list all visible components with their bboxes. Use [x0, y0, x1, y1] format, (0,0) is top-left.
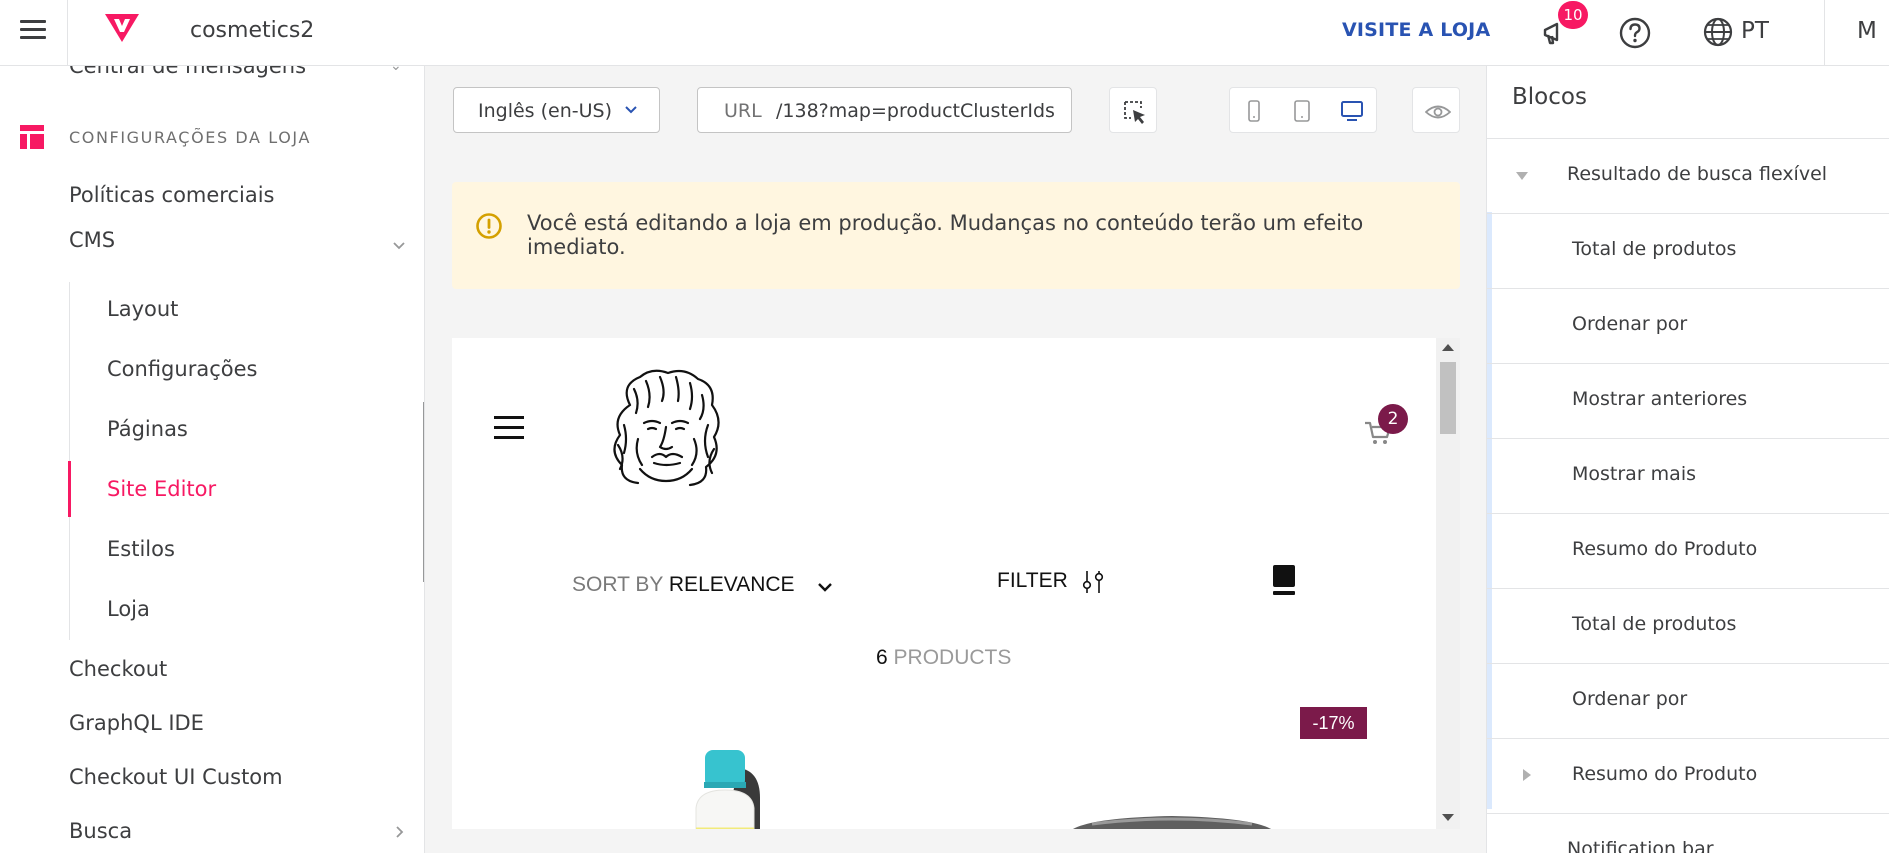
- caret-right-icon[interactable]: [1523, 769, 1531, 781]
- discount-badge: -17%: [1300, 707, 1367, 739]
- url-field[interactable]: URL /138?map=productClusterIds: [697, 87, 1072, 133]
- locale-select[interactable]: Inglês (en-US): [453, 87, 660, 133]
- preview-scrollbar[interactable]: [1436, 338, 1460, 829]
- language-selector[interactable]: PT: [1741, 18, 1769, 44]
- mobile-icon[interactable]: [1242, 99, 1266, 123]
- sidebar-item-pages[interactable]: Páginas: [107, 417, 188, 441]
- block-item-product-summary[interactable]: Resumo do Produto: [1487, 514, 1889, 589]
- filter-sliders-icon[interactable]: [1080, 569, 1106, 595]
- top-bar: cosmetics2 VISITE A LOJA 10 PT M: [0, 0, 1889, 66]
- desktop-icon[interactable]: [1340, 99, 1364, 123]
- main-menu-button[interactable]: [20, 20, 46, 42]
- chevron-down-icon: ⌄: [390, 66, 402, 74]
- sidebar-item-site-editor[interactable]: Site Editor: [107, 477, 216, 501]
- preview-button[interactable]: [1412, 87, 1460, 133]
- section-store-settings: CONFIGURAÇÕES DA LOJA: [69, 128, 312, 147]
- globe-icon[interactable]: [1702, 16, 1734, 48]
- store-menu-icon[interactable]: [494, 416, 524, 440]
- blocks-panel: Blocos Resultado de busca flexível Total…: [1486, 66, 1889, 853]
- filter-button[interactable]: FILTER: [997, 569, 1068, 593]
- blocks-title: Blocos: [1512, 84, 1587, 110]
- block-item-total-products[interactable]: Total de produtos: [1487, 589, 1889, 664]
- help-icon[interactable]: [1618, 16, 1652, 50]
- scroll-thumb[interactable]: [1440, 362, 1456, 434]
- block-label: Mostrar mais: [1572, 463, 1697, 485]
- product-image[interactable]: [668, 738, 778, 829]
- products-count-label: PRODUCTS: [887, 646, 1012, 669]
- warning-text: Você está editando a loja em produção. M…: [527, 211, 1364, 259]
- block-item-total-products[interactable]: Total de produtos: [1487, 214, 1889, 289]
- block-label: Resumo do Produto: [1572, 538, 1758, 560]
- sidebar-item-styles[interactable]: Estilos: [107, 537, 175, 561]
- chevron-down-icon: [625, 106, 637, 114]
- url-input[interactable]: /138?map=productClusterIds: [776, 100, 1055, 122]
- device-switcher: [1229, 87, 1377, 133]
- production-warning: Você está editando a loja em produção. M…: [452, 182, 1460, 289]
- block-item-order-by[interactable]: Ordenar por: [1487, 289, 1889, 364]
- divider: [1824, 0, 1825, 66]
- block-item-show-previous[interactable]: Mostrar anteriores: [1487, 364, 1889, 439]
- sidebar-item-graphql-ide[interactable]: GraphQL IDE: [69, 711, 204, 735]
- sidebar-item-checkout[interactable]: Checkout: [69, 657, 167, 681]
- sidebar-scrollbar[interactable]: [423, 402, 424, 582]
- store-settings-icon: [20, 125, 44, 149]
- block-label: Notification bar: [1567, 838, 1714, 853]
- scroll-down-arrow[interactable]: [1442, 814, 1454, 821]
- locale-value: Inglês (en-US): [478, 100, 612, 122]
- sidebar-item-layout[interactable]: Layout: [107, 297, 178, 321]
- block-item-product-summary[interactable]: Resumo do Produto: [1487, 739, 1889, 814]
- store-preview[interactable]: 2 SORT BY RELEVANCE FILTER 6 PRODUCTS -1…: [452, 338, 1460, 829]
- block-label: Resultado de busca flexível: [1567, 163, 1828, 185]
- gallery-layout-icon[interactable]: [1271, 564, 1297, 596]
- block-item-show-more[interactable]: Mostrar mais: [1487, 439, 1889, 514]
- sort-by-dropdown[interactable]: SORT BY RELEVANCE: [572, 573, 795, 597]
- sort-prefix: SORT BY: [572, 573, 669, 596]
- products-count: 6 PRODUCTS: [876, 646, 1011, 670]
- products-count-number: 6: [876, 646, 888, 669]
- user-avatar[interactable]: M: [1857, 18, 1877, 44]
- visit-store-link[interactable]: VISITE A LOJA: [1342, 19, 1490, 41]
- divider: [67, 0, 68, 66]
- sidebar-item-store[interactable]: Loja: [107, 597, 150, 621]
- block-label: Ordenar por: [1572, 313, 1688, 335]
- scroll-up-arrow[interactable]: [1442, 344, 1454, 351]
- url-label: URL: [724, 100, 762, 122]
- eye-icon: [1425, 105, 1451, 119]
- block-item-notification-bar[interactable]: Notification bar: [1487, 814, 1889, 853]
- sidebar-item-configurations[interactable]: Configurações: [107, 357, 257, 381]
- cart-count-badge: 2: [1378, 404, 1408, 434]
- brand-logo[interactable]: [590, 365, 740, 495]
- block-item-order-by[interactable]: Ordenar por: [1487, 664, 1889, 739]
- tablet-icon[interactable]: [1290, 99, 1314, 123]
- sidebar-item-cms[interactable]: CMS: [69, 228, 115, 252]
- sort-value: RELEVANCE: [668, 573, 795, 596]
- block-label: Ordenar por: [1572, 688, 1688, 710]
- block-label: Total de produtos: [1572, 238, 1737, 260]
- active-indicator: [68, 461, 71, 517]
- chevron-down-icon[interactable]: [816, 578, 834, 596]
- vtex-logo-icon[interactable]: [103, 12, 141, 44]
- sidebar-item-checkout-ui-custom[interactable]: Checkout UI Custom: [69, 765, 283, 789]
- sidebar-item-messages[interactable]: Central de mensagens: [69, 66, 306, 78]
- chevron-up-icon[interactable]: [392, 238, 406, 252]
- chevron-right-icon[interactable]: [392, 825, 406, 839]
- inspect-element-button[interactable]: [1109, 87, 1157, 133]
- sidebar-item-search[interactable]: Busca: [69, 819, 132, 843]
- account-name: cosmetics2: [190, 18, 315, 43]
- warning-icon: [476, 213, 502, 239]
- notifications-badge: 10: [1558, 1, 1588, 29]
- select-pointer-icon: [1124, 101, 1145, 124]
- sidebar-item-commercial-policies[interactable]: Políticas comerciais: [69, 183, 275, 207]
- block-label: Total de produtos: [1572, 613, 1737, 635]
- sidebar: Central de mensagens ⌄ CONFIGURAÇÕES DA …: [0, 66, 425, 853]
- block-label: Mostrar anteriores: [1572, 388, 1748, 410]
- product-image[interactable]: [1062, 808, 1282, 829]
- caret-down-icon[interactable]: [1516, 172, 1528, 180]
- block-label: Resumo do Produto: [1572, 763, 1758, 785]
- block-item-search-result[interactable]: Resultado de busca flexível: [1487, 139, 1889, 214]
